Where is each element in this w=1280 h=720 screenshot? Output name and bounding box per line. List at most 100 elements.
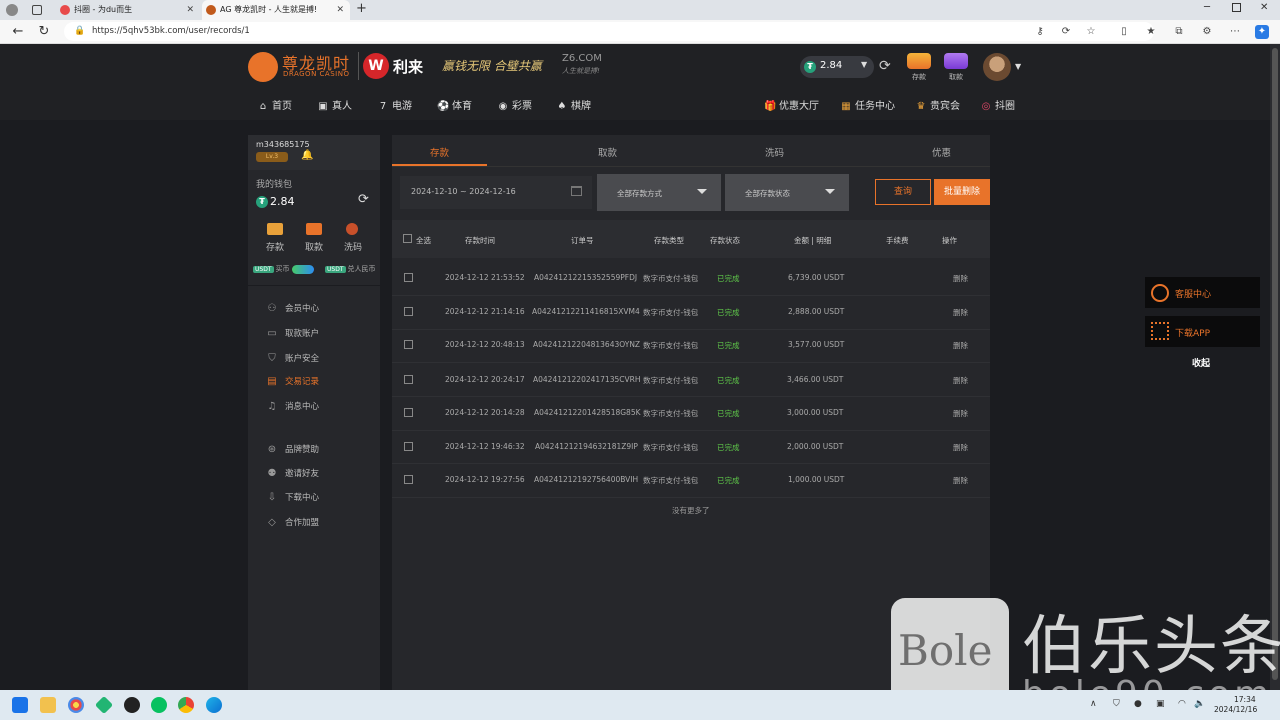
sidebar-item-invite[interactable]: ⚉ 邀请好友 [266,467,320,479]
row-checkbox[interactable] [404,273,413,282]
reload-icon[interactable]: ↻ [34,22,54,42]
sidebar-item-sponsor[interactable]: ⊛ 品牌赞助 [266,443,319,455]
select-all-checkbox[interactable] [403,234,412,243]
favorite-star-icon[interactable]: ☆ [1084,25,1098,39]
nav-vip[interactable]: ♛ 贵宾会 [915,97,960,112]
chevron-down-icon[interactable]: ▼ [1015,62,1021,71]
tab-deposit[interactable]: 存款 [392,145,487,159]
notification-bell-icon[interactable]: 🔔 [301,150,313,161]
sidebar-item-withdraw-account[interactable]: ▭ 取款账户 [266,327,319,339]
refresh-wallet-icon[interactable]: ⟳ [358,193,369,207]
sidebar-item-transactions[interactable]: ▤ 交易记录 [266,375,319,387]
row-delete-button[interactable]: 删除 [953,475,968,486]
qq-icon[interactable] [124,697,140,713]
row-delete-button[interactable]: 删除 [953,340,968,351]
tab-promotion[interactable]: 优惠 [894,145,989,159]
th-select-all[interactable]: 全选 [416,235,431,246]
row-checkbox[interactable] [404,307,413,316]
nav-lottery[interactable]: ◉ 彩票 [497,97,532,112]
favorites-icon[interactable]: ★ [1144,25,1158,39]
nav-douquan[interactable]: ◎ 抖圈 [980,97,1015,112]
lock-icon[interactable]: 🔒 [74,22,85,41]
nav-chess[interactable]: ♠ 棋牌 [556,97,591,112]
deposit-icon[interactable] [267,223,283,235]
clock-time[interactable]: 17:34 [1234,695,1256,704]
withdraw-wallet-icon[interactable] [944,53,968,69]
minimize-icon[interactable]: ─ [1204,2,1210,13]
url-field[interactable]: 🔒 https://5qhv53bk.com/user/records/1 [64,22,1154,41]
volume-icon[interactable]: 🔈 [1194,699,1205,709]
close-tab-icon[interactable]: ✕ [336,0,344,20]
row-delete-button[interactable]: 删除 [953,307,968,318]
back-icon[interactable]: ← [8,22,28,42]
row-delete-button[interactable]: 删除 [953,273,968,284]
header-deposit-label[interactable]: 存款 [904,72,934,82]
nav-slots[interactable]: 7 电游 [377,97,412,112]
download-app-button[interactable]: 下载APP [1145,316,1260,347]
sidebar-item-member-center[interactable]: ⚇ 会员中心 [266,302,320,314]
row-checkbox[interactable] [404,375,413,384]
header-withdraw-label[interactable]: 取款 [941,72,971,82]
tray-chevron-icon[interactable]: ∧ [1090,699,1097,709]
withdraw-icon[interactable] [306,223,322,235]
deposit-wallet-icon[interactable] [907,53,931,69]
dragon-logo-icon[interactable] [248,52,278,82]
nav-promotions[interactable]: 🎁 优惠大厅 [764,97,819,112]
row-checkbox[interactable] [404,475,413,484]
windows-start-icon[interactable] [12,697,28,713]
profile-icon[interactable] [6,4,18,16]
copilot-icon[interactable]: ✦ [1255,25,1269,39]
sidebar-item-partner[interactable]: ◇ 合作加盟 [266,516,319,528]
scrollbar-thumb[interactable] [1272,48,1278,680]
sidebar-deposit[interactable]: 存款 [266,240,284,253]
nav-live[interactable]: ▣ 真人 [317,97,352,112]
app-icon[interactable] [68,697,84,713]
batch-delete-button[interactable]: 批量删除 [934,179,990,205]
nav-tasks[interactable]: ▦ 任务中心 [840,97,895,112]
key-icon[interactable]: ⚷ [1033,25,1047,39]
close-window-icon[interactable]: ✕ [1260,2,1268,13]
row-checkbox[interactable] [404,442,413,451]
wechat-icon[interactable] [151,697,167,713]
new-tab-button[interactable]: + [356,1,367,16]
query-button[interactable]: 查询 [875,179,931,205]
refresh-balance-icon[interactable]: ⟳ [879,59,891,73]
row-delete-button[interactable]: 删除 [953,442,968,453]
collections-icon[interactable]: ⧉ [1172,25,1186,39]
split-screen-icon[interactable]: ▯ [1117,25,1131,39]
translate-icon[interactable]: ⟳ [1059,25,1073,39]
exchange-rmb-link[interactable]: USDT 兑人民币 [325,264,376,274]
sidebar-rebate[interactable]: 洗码 [344,240,362,253]
row-delete-button[interactable]: 删除 [953,408,968,419]
extensions-icon[interactable]: ⚙ [1200,25,1214,39]
collapse-button[interactable]: 收起 [1192,356,1210,369]
file-explorer-icon[interactable] [40,697,56,713]
sidebar-withdraw[interactable]: 取款 [305,240,323,253]
row-checkbox[interactable] [404,408,413,417]
nav-home[interactable]: ⌂ 首页 [257,97,292,112]
chrome-icon[interactable] [178,697,194,713]
edge-icon[interactable] [206,697,222,713]
tab-withdraw[interactable]: 取款 [560,145,655,159]
close-tab-icon[interactable]: ✕ [186,0,194,20]
shield-tray-icon[interactable]: ⛉ [1113,699,1120,709]
row-delete-button[interactable]: 删除 [953,375,968,386]
wifi-icon[interactable]: ◠ [1178,699,1186,709]
tray-app-icon[interactable]: ▣ [1156,699,1165,709]
tab-actions-icon[interactable] [32,5,42,15]
tray-app-icon[interactable]: ● [1134,699,1142,709]
rebate-chip-icon[interactable] [346,223,358,235]
maximize-icon[interactable] [1232,3,1241,12]
tab-ag[interactable]: AG 尊龙凯时 - 人生就是搏! ✕ [202,0,350,20]
vip-badge[interactable]: Lv.3 [256,152,288,162]
sidebar-item-messages[interactable]: ♫ 消息中心 [266,400,320,412]
nav-sports[interactable]: ⚽ 体育 [437,97,472,112]
clock-date[interactable]: 2024/12/16 [1214,705,1257,714]
avatar[interactable] [983,53,1011,81]
row-checkbox[interactable] [404,340,413,349]
tab-rebate[interactable]: 洗码 [727,145,822,159]
sidebar-item-download[interactable]: ⇩ 下载中心 [266,491,319,503]
calendar-icon[interactable] [571,186,582,196]
tab-douquan[interactable]: 抖圈 - 为du而生 ✕ [56,0,200,20]
buy-crypto-link[interactable]: USDT 买币 [253,264,314,274]
